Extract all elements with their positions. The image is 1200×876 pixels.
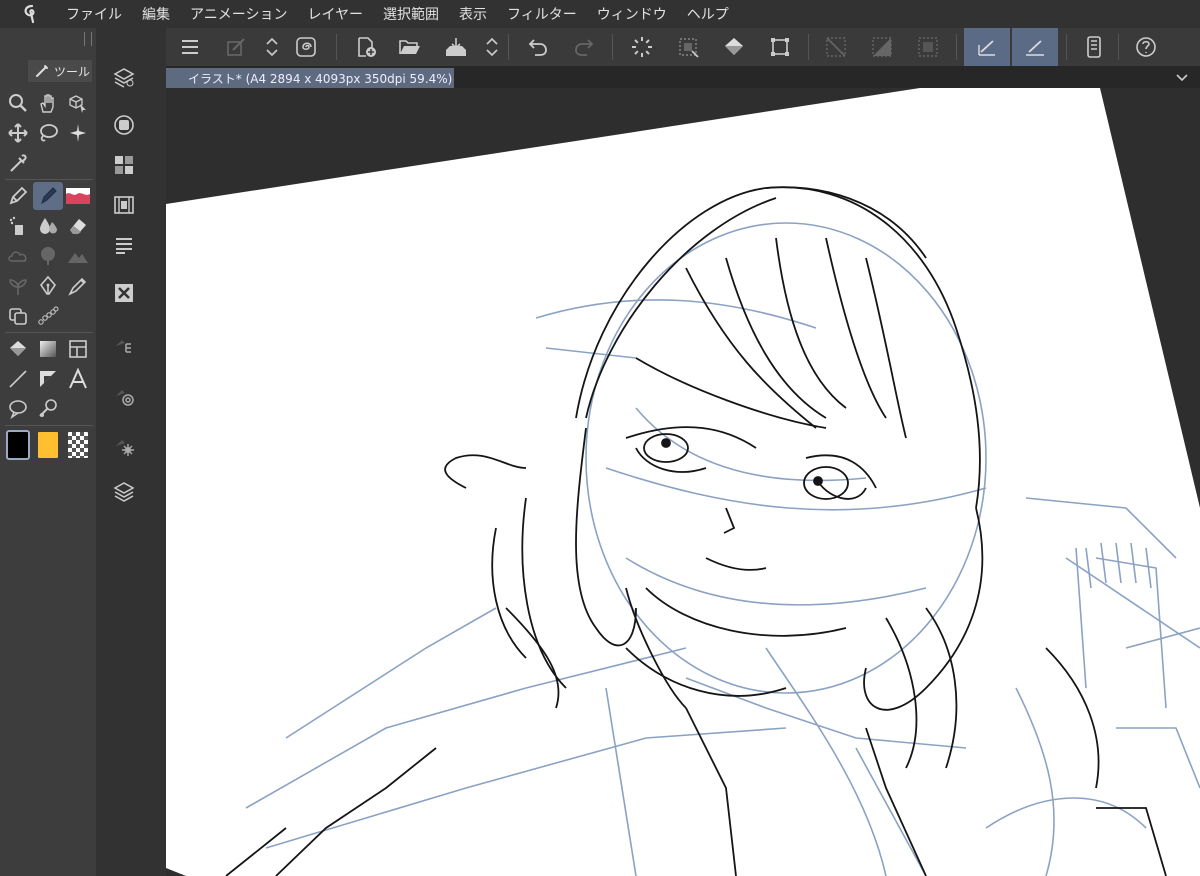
- layer-props-icon[interactable]: [111, 64, 137, 90]
- document-tab-bar: イラスト* (A4 2894 x 4093px 350dpi 59.4%): [166, 66, 1200, 88]
- navigator-icon[interactable]: [111, 112, 137, 138]
- undo-icon[interactable]: [524, 33, 552, 61]
- ruler-icon[interactable]: [33, 365, 63, 393]
- device-icon[interactable]: [1080, 33, 1108, 61]
- mountain-icon: [63, 242, 93, 270]
- canvas-artwork[interactable]: [166, 88, 1200, 876]
- text-icon[interactable]: [63, 365, 93, 393]
- document-tab[interactable]: イラスト* (A4 2894 x 4093px 350dpi 59.4%): [166, 68, 454, 88]
- blend-icon[interactable]: [33, 212, 63, 240]
- menu-selection[interactable]: 選択範囲: [383, 4, 439, 24]
- redo-icon: [570, 33, 598, 61]
- ruler-edit-icon[interactable]: [1012, 28, 1058, 66]
- fill-bucket-icon[interactable]: [720, 33, 748, 61]
- menu-icon[interactable]: [176, 33, 204, 61]
- balloon-icon[interactable]: [3, 395, 33, 423]
- menu-filter[interactable]: フィルター: [507, 4, 577, 24]
- layers-icon[interactable]: [111, 478, 137, 504]
- deselect-icon: [822, 33, 850, 61]
- command-column: [96, 28, 166, 876]
- cloud-icon: [3, 242, 33, 270]
- tool-tab[interactable]: ツール: [28, 60, 92, 82]
- save-icon[interactable]: [442, 33, 470, 61]
- help-icon[interactable]: [1132, 33, 1160, 61]
- fill-icon[interactable]: [3, 335, 33, 363]
- invert-icon: [868, 33, 896, 61]
- arrows-icon-2[interactable]: [478, 33, 506, 61]
- menu-view[interactable]: 表示: [459, 4, 487, 24]
- app-logo-icon[interactable]: [18, 0, 46, 28]
- fountain-pen-icon[interactable]: [33, 272, 63, 300]
- main-color[interactable]: [6, 430, 30, 460]
- spinner-icon[interactable]: [628, 33, 656, 61]
- menu-edit[interactable]: 編集: [142, 4, 170, 24]
- brush-icon[interactable]: [63, 182, 93, 210]
- gradient-icon[interactable]: [33, 335, 63, 363]
- main-color-swatch[interactable]: [3, 430, 33, 460]
- eraser-icon[interactable]: [63, 212, 93, 240]
- beads-icon[interactable]: [33, 302, 63, 330]
- panel-grip[interactable]: [84, 32, 92, 46]
- new-file-icon[interactable]: [352, 33, 380, 61]
- correction-icon[interactable]: [33, 395, 63, 423]
- sub-color-swatch[interactable]: [33, 430, 63, 460]
- menu-file[interactable]: ファイル: [66, 4, 122, 24]
- airbrush-icon[interactable]: [3, 212, 33, 240]
- zoom-icon[interactable]: [3, 89, 33, 117]
- pen-icon[interactable]: [3, 182, 33, 210]
- settings-icon[interactable]: [111, 434, 137, 460]
- canvas-workspace[interactable]: [166, 88, 1200, 876]
- selection-frame-icon: [914, 33, 942, 61]
- transform-icon[interactable]: [674, 33, 702, 61]
- frame-icon[interactable]: [63, 335, 93, 363]
- tool-tab-label: ツール: [54, 64, 91, 79]
- menu-animation[interactable]: アニメーション: [190, 4, 287, 24]
- auto-action-icon[interactable]: [111, 384, 137, 410]
- line-icon[interactable]: [3, 365, 33, 393]
- timeline-icon[interactable]: [111, 192, 137, 218]
- chevron-down-icon[interactable]: [1174, 69, 1190, 85]
- hand-icon[interactable]: [33, 89, 63, 117]
- copy-stamp-icon[interactable]: [3, 302, 33, 330]
- layer-list-icon[interactable]: [111, 232, 137, 258]
- menu-bar: ファイル 編集 アニメーション レイヤー 選択範囲 表示 フィルター ウィンドウ…: [0, 0, 1200, 28]
- marker-icon[interactable]: [63, 272, 93, 300]
- menu-window[interactable]: ウィンドウ: [597, 4, 667, 24]
- menu-help[interactable]: ヘルプ: [687, 4, 729, 24]
- move-icon[interactable]: [3, 119, 33, 147]
- plant-icon: [3, 272, 33, 300]
- brush-tab-icon: [36, 65, 48, 77]
- tool-panel: ツール: [0, 28, 96, 876]
- magic-wand-icon[interactable]: [63, 119, 93, 147]
- object-icon[interactable]: [63, 89, 93, 117]
- new-icon[interactable]: [222, 33, 250, 61]
- transparent-color[interactable]: [66, 430, 90, 460]
- transparent-color-swatch[interactable]: [63, 430, 93, 460]
- command-bar: [166, 28, 1200, 66]
- menu-layer[interactable]: レイヤー: [307, 4, 363, 24]
- tree-icon: [33, 242, 63, 270]
- lasso-select-icon[interactable]: [33, 119, 63, 147]
- crop-icon[interactable]: [766, 33, 794, 61]
- eyedropper-icon[interactable]: [3, 149, 33, 177]
- swirl-icon[interactable]: [292, 33, 320, 61]
- vector-icon[interactable]: [111, 334, 137, 360]
- delete-icon[interactable]: [111, 280, 137, 306]
- material-icon[interactable]: [111, 152, 137, 178]
- pencil-icon[interactable]: [33, 182, 63, 210]
- open-icon[interactable]: [396, 33, 424, 61]
- arrows-icon[interactable]: [258, 33, 286, 61]
- ruler-snap-icon[interactable]: [964, 28, 1010, 66]
- sub-color[interactable]: [36, 430, 60, 460]
